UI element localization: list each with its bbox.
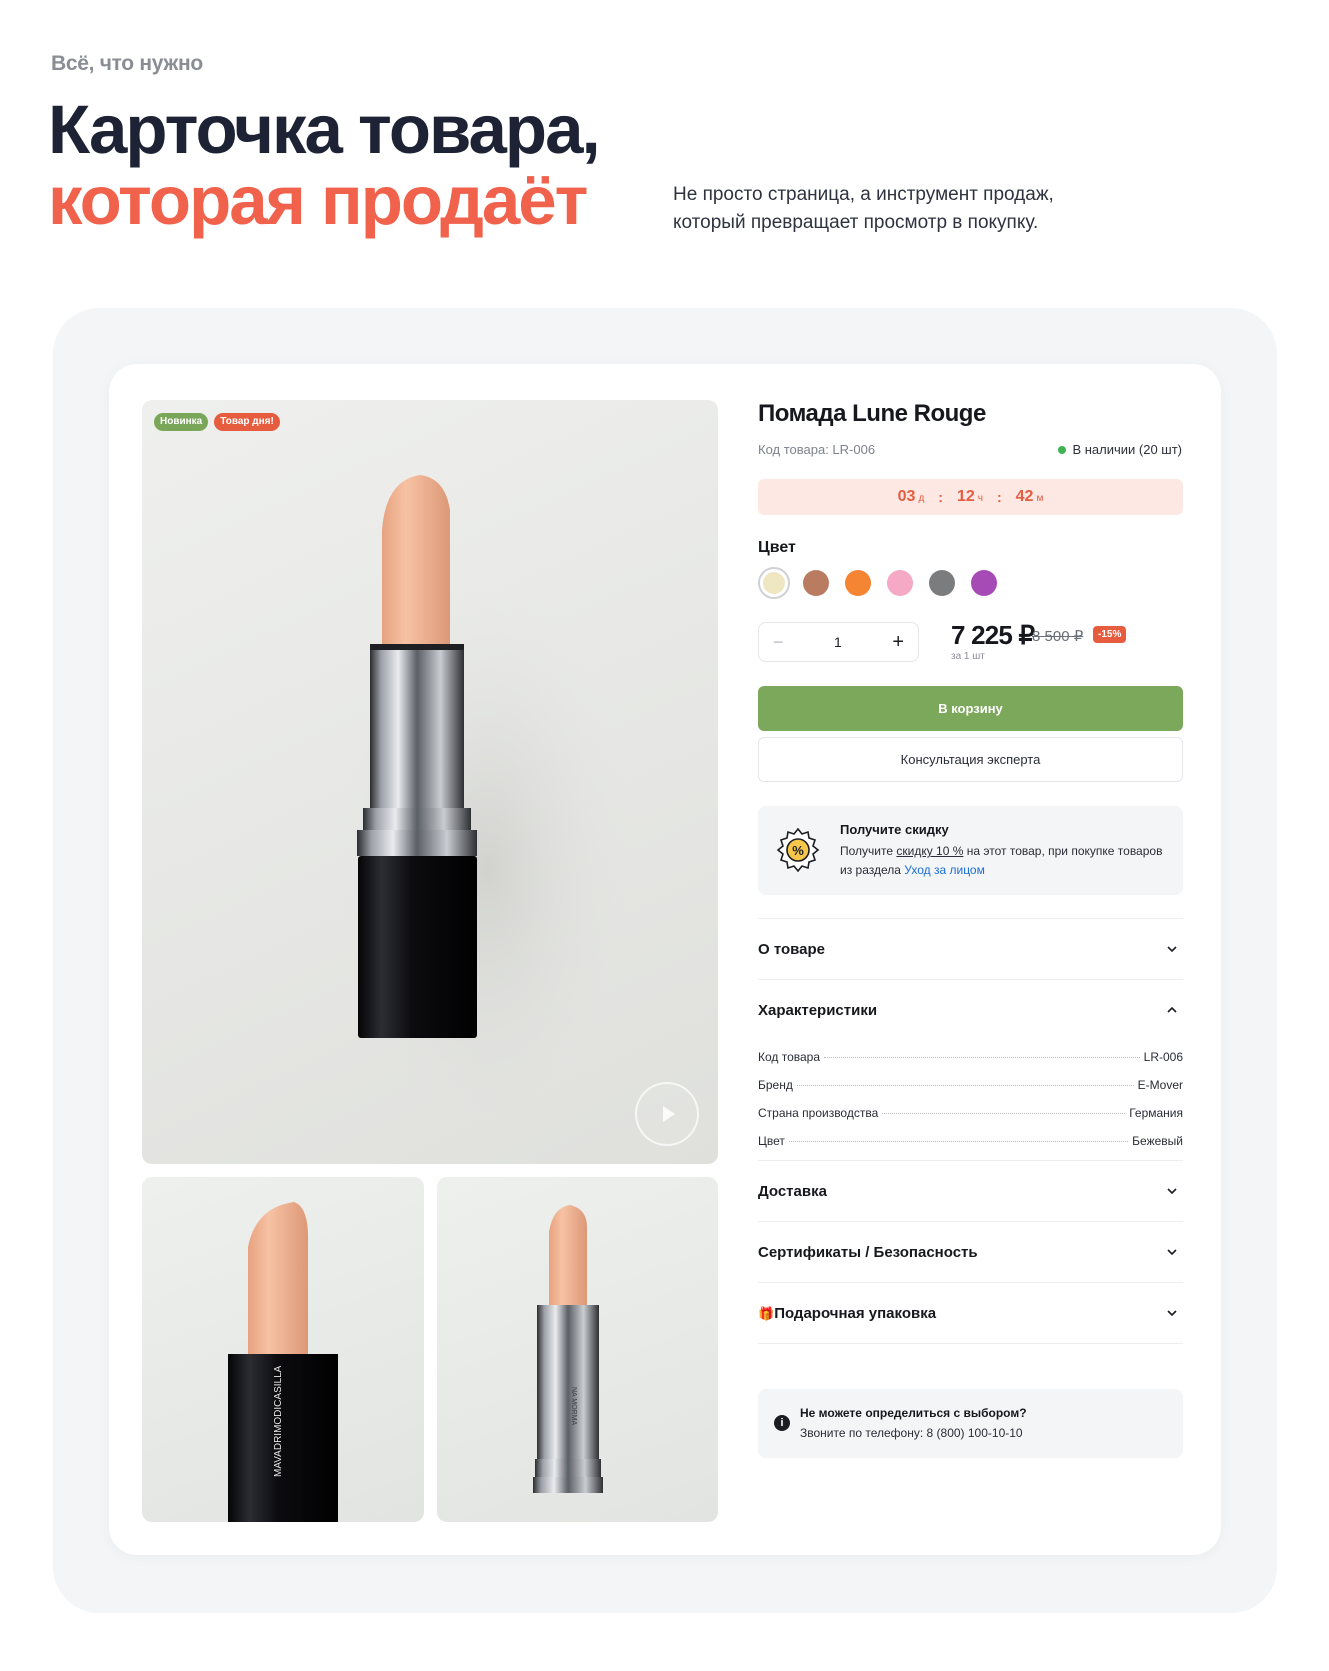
accordion-delivery[interactable]: Доставка	[758, 1160, 1183, 1221]
eyebrow: Всё, что нужно	[51, 52, 203, 75]
quantity-value[interactable]: 1	[834, 634, 842, 650]
countdown-timer: 03 д : 12 ч : 42 м	[758, 479, 1183, 515]
chevron-up-icon	[1167, 1006, 1177, 1013]
spec-label: Код товара	[758, 1050, 821, 1064]
thumbnail-2[interactable]: NA MORMA	[437, 1177, 718, 1522]
help-phone[interactable]: Звоните по телефону: 8 (800) 100-10-10	[800, 1426, 1023, 1440]
color-swatch[interactable]	[971, 570, 997, 596]
accordion-about-label: О товаре	[758, 940, 826, 958]
timer-sep: :	[938, 489, 943, 505]
discount-badge: -15%	[1093, 626, 1127, 643]
color-swatches	[758, 567, 997, 599]
spec-label: Цвет	[758, 1134, 785, 1148]
spec-row: Цвет Бежевый	[758, 1134, 1183, 1162]
headline-line2: которая продаёт	[48, 162, 588, 239]
accordion-specs[interactable]: Характеристики	[758, 979, 1183, 1040]
discount-promo: % Получите скидку Получите скидку 10 % н…	[758, 806, 1183, 895]
thumb2-text: NA MORMA	[570, 1387, 577, 1425]
spec-row: Бренд E-Mover	[758, 1078, 1183, 1106]
timer-days: 03 д	[897, 488, 925, 505]
color-label: Цвет	[758, 539, 796, 556]
svg-text:%: %	[792, 843, 804, 858]
spec-row: Страна производства Германия	[758, 1106, 1183, 1134]
timer-sep: :	[996, 489, 1002, 505]
old-price: 8 500 ₽	[1032, 628, 1084, 645]
info-icon: i	[774, 1415, 790, 1431]
help-box: i Не можете определиться с выбором? Звон…	[758, 1389, 1183, 1458]
spec-value: E-Mover	[1137, 1078, 1183, 1092]
headline-line1: Карточка товара,	[48, 91, 601, 168]
spec-label: Страна производства	[758, 1106, 879, 1120]
spec-leader	[788, 1141, 1129, 1142]
timer-hours: 12 ч	[956, 488, 983, 505]
increase-button[interactable]: +	[892, 631, 904, 654]
accordion-specs-label: Характеристики	[758, 1001, 878, 1019]
add-to-cart-button[interactable]: В корзину	[758, 686, 1183, 731]
accordion-gift-label: Подарочная упаковка	[774, 1304, 937, 1322]
color-swatch[interactable]	[929, 570, 955, 596]
play-video-button[interactable]	[635, 1082, 699, 1146]
per-unit-label: за 1 шт	[951, 651, 985, 662]
stock-dot-icon	[1058, 445, 1067, 454]
chevron-down-icon	[1167, 1249, 1177, 1256]
play-icon	[663, 1106, 675, 1122]
chevron-down-icon	[1167, 1188, 1177, 1195]
badges: Новинка Товар дня!	[154, 413, 280, 431]
spec-value: Бежевый	[1132, 1134, 1183, 1148]
expert-consult-button[interactable]: Консультация эксперта	[758, 737, 1183, 782]
spec-label: Бренд	[758, 1078, 793, 1092]
stock-status: В наличии (20 шт)	[1058, 442, 1182, 457]
product-sku: Код товара: LR-006	[758, 442, 876, 457]
promo-text: Получите скидку 10 % на этот товар, при …	[840, 844, 1163, 877]
thumbnail-1[interactable]: MAVADRIMODICASILLA	[142, 1177, 424, 1522]
product-title: Помада Lune Rouge	[758, 400, 986, 427]
spec-value: LR-006	[1143, 1050, 1183, 1064]
badge-new: Новинка	[154, 413, 209, 431]
price: 7 225 ₽	[951, 620, 1035, 650]
promo-title: Получите скидку	[840, 822, 949, 837]
promo-discount-link[interactable]: скидку 10 %	[896, 844, 963, 858]
promo-section-link[interactable]: Уход за лицом	[904, 863, 985, 877]
gift-icon: 🎁	[758, 1305, 775, 1321]
color-swatch[interactable]	[803, 570, 829, 596]
timer-minutes: 42 м	[1015, 488, 1044, 505]
subtitle: Не просто страница, а инструмент продаж,…	[673, 184, 1054, 233]
spec-table: Код товара LR-006 Бренд E-Mover Страна произ…	[758, 1050, 1183, 1162]
accordion-delivery-label: Доставка	[758, 1182, 827, 1200]
stock-text: В наличии (20 шт)	[1072, 442, 1182, 457]
quantity-stepper: − 1 +	[758, 622, 919, 662]
main-product-image[interactable]	[142, 400, 718, 1164]
spec-value: Германия	[1129, 1106, 1183, 1120]
spec-leader	[796, 1085, 1134, 1086]
color-swatch[interactable]	[758, 567, 790, 599]
color-swatch[interactable]	[887, 570, 913, 596]
color-swatch[interactable]	[845, 570, 871, 596]
spec-leader	[824, 1057, 1140, 1058]
accordion-gift[interactable]: 🎁Подарочная упаковка	[758, 1282, 1183, 1344]
help-title: Не можете определиться с выбором?	[800, 1406, 1027, 1420]
chevron-down-icon	[1167, 946, 1177, 953]
badge-day: Товар дня!	[214, 413, 280, 431]
accordion-certs[interactable]: Сертификаты / Безопасность	[758, 1221, 1183, 1282]
accordion-about[interactable]: О товаре	[758, 918, 1183, 979]
spec-leader	[882, 1113, 1126, 1114]
spec-row: Код товара LR-006	[758, 1050, 1183, 1078]
chevron-down-icon	[1167, 1310, 1177, 1317]
thumb1-text: MAVADRIMODICASILLA	[273, 1365, 284, 1477]
decrease-button[interactable]: −	[773, 632, 784, 653]
accordion-certs-label: Сертификаты / Безопасность	[758, 1243, 978, 1261]
discount-percent-icon: %	[776, 827, 820, 873]
